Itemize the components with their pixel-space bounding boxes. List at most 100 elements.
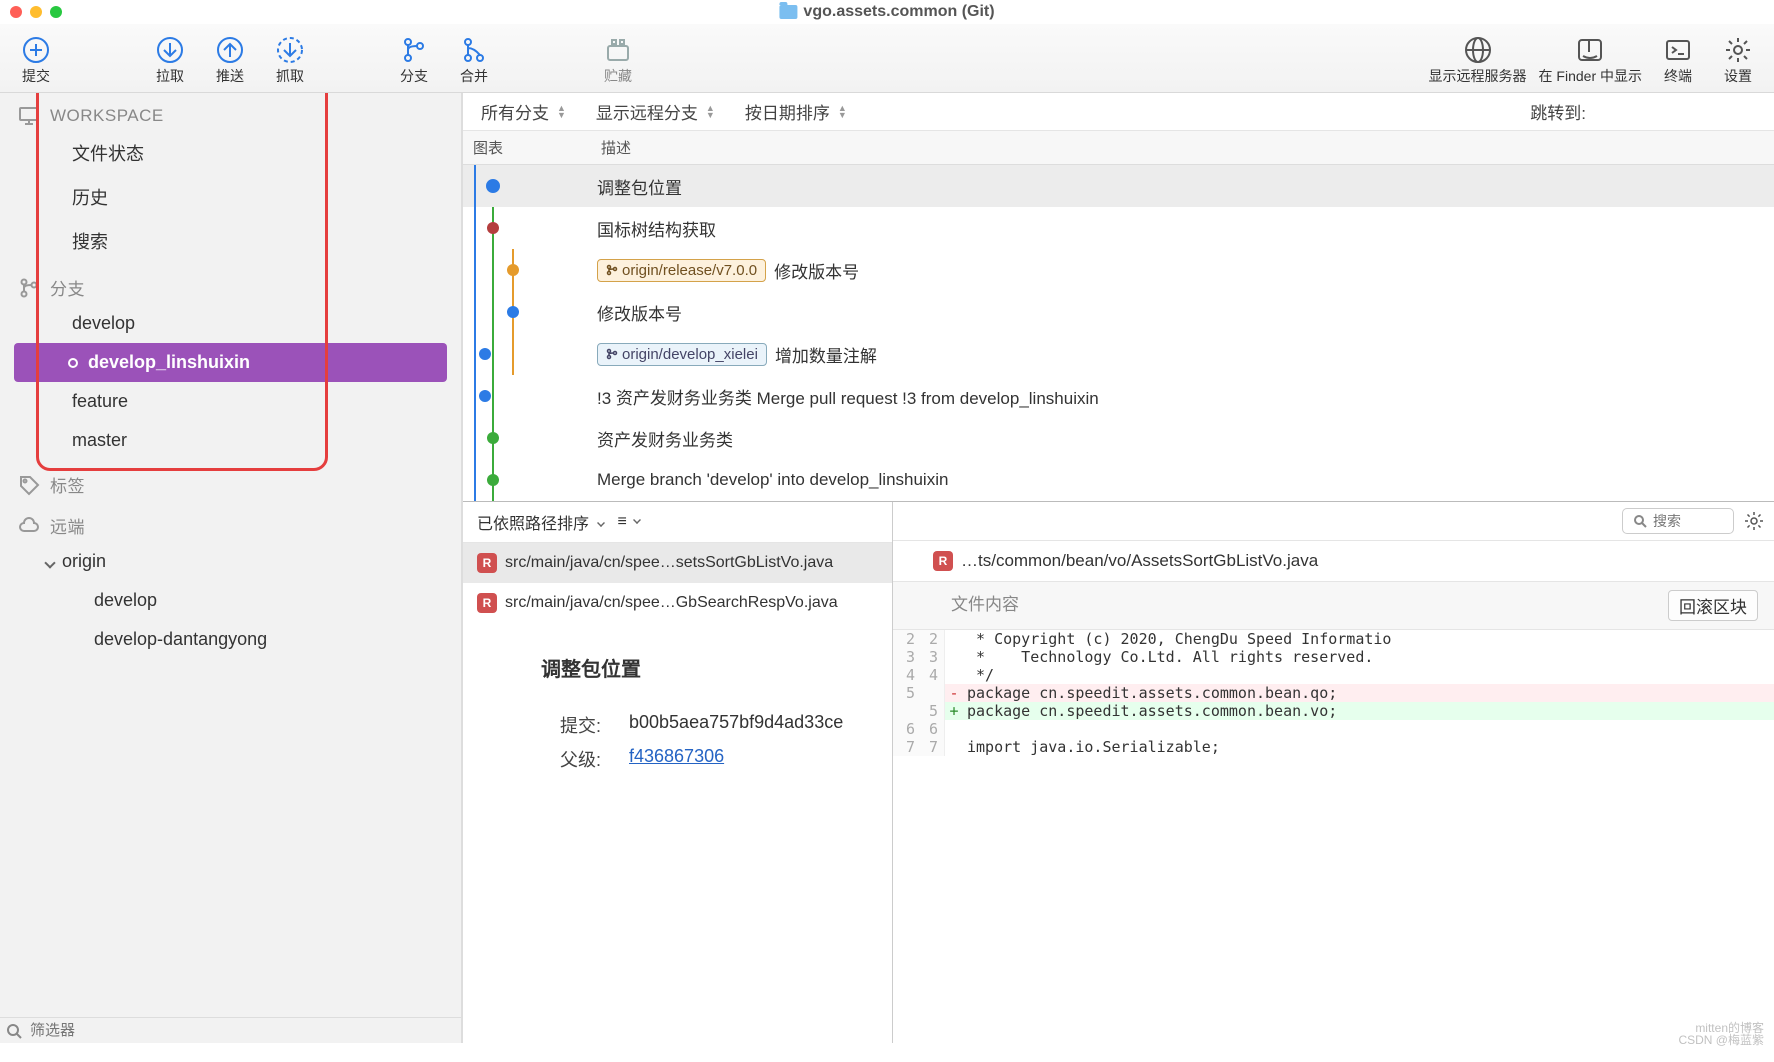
file-tab-2[interactable]: Rsrc/main/java/cn/spee…GbSearchRespVo.ja… bbox=[463, 583, 892, 623]
commit-hash-label: 提交: bbox=[553, 712, 601, 738]
diff-code: 22 * Copyright (c) 2020, ChengDu Speed I… bbox=[893, 630, 1774, 756]
cloud-icon bbox=[18, 515, 40, 537]
diff-line[interactable]: 5-package cn.speedit.assets.common.bean.… bbox=[893, 684, 1774, 702]
diff-line[interactable]: 77 import java.io.Serializable; bbox=[893, 738, 1774, 756]
filter-bar: 所有分支▲▼ 显示远程分支▲▼ 按日期排序▲▼ 跳转到: bbox=[463, 93, 1774, 131]
settings-button[interactable]: 设置 bbox=[1710, 30, 1766, 88]
graph-cell bbox=[463, 291, 591, 333]
path-sort-select[interactable]: 已依照路径排序 bbox=[477, 510, 605, 534]
desc-column-header[interactable]: 描述 bbox=[591, 131, 641, 164]
fetch-icon bbox=[276, 36, 304, 64]
branch-tag[interactable]: origin/release/v7.0.0 bbox=[597, 259, 766, 282]
push-button[interactable]: 推送 bbox=[202, 30, 258, 88]
parent-link[interactable]: f436867306 bbox=[629, 746, 724, 772]
stash-button[interactable]: 贮藏 bbox=[590, 30, 646, 88]
branch-button[interactable]: 分支 bbox=[386, 30, 442, 88]
jump-to-label: 跳转到: bbox=[1530, 99, 1586, 124]
all-branches-select[interactable]: 所有分支▲▼ bbox=[481, 99, 566, 124]
commit-row[interactable]: origin/develop_xielei 增加数量注解 bbox=[463, 333, 1774, 375]
commit-message: 调整包位置 bbox=[597, 174, 682, 199]
revert-hunk-button[interactable]: 回滚区块 bbox=[1668, 590, 1758, 621]
commit-message: 修改版本号 bbox=[597, 300, 682, 325]
pull-button[interactable]: 拉取 bbox=[142, 30, 198, 88]
diff-line[interactable]: 66 bbox=[893, 720, 1774, 738]
graph-cell bbox=[463, 459, 591, 501]
diff-line[interactable]: 33 * Technology Co.Ltd. All rights reser… bbox=[893, 648, 1774, 666]
graph-cell bbox=[463, 249, 591, 291]
file-tab-1[interactable]: Rsrc/main/java/cn/spee…setsSortGbListVo.… bbox=[463, 543, 892, 583]
filter-input[interactable] bbox=[30, 1022, 455, 1039]
commit-message: 修改版本号 bbox=[774, 258, 859, 283]
tags-header[interactable]: 标签 bbox=[10, 468, 451, 501]
diff-line[interactable]: 44 */ bbox=[893, 666, 1774, 684]
zoom-icon[interactable] bbox=[50, 6, 62, 18]
content: 所有分支▲▼ 显示远程分支▲▼ 按日期排序▲▼ 跳转到: 图表 描述 调整包位置… bbox=[462, 93, 1774, 1043]
minimize-icon[interactable] bbox=[30, 6, 42, 18]
terminal-button[interactable]: 终端 bbox=[1650, 30, 1706, 88]
commit-row[interactable]: 调整包位置 bbox=[463, 165, 1774, 207]
diff-hunk-header: 文件内容 回滚区块 bbox=[893, 582, 1774, 630]
sidebar-item-remote-dantangyong[interactable]: develop-dantangyong bbox=[10, 620, 451, 659]
commit-row[interactable]: 资产发财务业务类 bbox=[463, 417, 1774, 459]
sidebar-item-search[interactable]: 搜索 bbox=[10, 219, 451, 263]
diff-search-input[interactable] bbox=[1653, 513, 1723, 529]
diff-search[interactable] bbox=[1622, 508, 1734, 534]
remote-button[interactable]: 显示远程服务器 bbox=[1425, 30, 1531, 88]
gear-icon[interactable] bbox=[1744, 511, 1764, 531]
fetch-button[interactable]: 抓取 bbox=[262, 30, 318, 88]
merge-button[interactable]: 合并 bbox=[446, 30, 502, 88]
current-branch-icon bbox=[68, 358, 78, 368]
commit-row[interactable]: origin/release/v7.0.0 修改版本号 bbox=[463, 249, 1774, 291]
globe-icon bbox=[1464, 36, 1492, 64]
monitor-icon bbox=[18, 105, 40, 127]
sidebar-item-branch-master[interactable]: master bbox=[10, 421, 451, 460]
file-list-pane: 已依照路径排序 ≡ Rsrc/main/java/cn/spee…setsSor… bbox=[463, 502, 893, 1043]
sidebar-item-filestatus[interactable]: 文件状态 bbox=[10, 131, 451, 175]
sidebar-item-origin[interactable]: origin bbox=[10, 542, 451, 581]
detail-split: 已依照路径排序 ≡ Rsrc/main/java/cn/spee…setsSor… bbox=[463, 501, 1774, 1043]
diff-line[interactable]: 5+package cn.speedit.assets.common.bean.… bbox=[893, 702, 1774, 720]
graph-column-header[interactable]: 图表 bbox=[463, 131, 591, 164]
diff-file-header[interactable]: R…ts/common/bean/vo/AssetsSortGbListVo.j… bbox=[893, 541, 1774, 582]
diff-toolbar bbox=[893, 502, 1774, 541]
workspace-header[interactable]: WORKSPACE bbox=[10, 101, 451, 131]
commit-row[interactable]: 国标树结构获取 bbox=[463, 207, 1774, 249]
sidebar-item-history[interactable]: 历史 bbox=[10, 175, 451, 219]
graph-cell bbox=[463, 207, 591, 249]
show-remote-select[interactable]: 显示远程分支▲▼ bbox=[596, 99, 715, 124]
graph-cell bbox=[463, 417, 591, 459]
sidebar-item-remote-develop[interactable]: develop bbox=[10, 581, 451, 620]
commit-row[interactable]: 修改版本号 bbox=[463, 291, 1774, 333]
sidebar-filter[interactable] bbox=[0, 1017, 461, 1043]
commit-info: 调整包位置 提交: b00b5aea757bf9d4ad33ce 父级: f4368… bbox=[463, 623, 892, 780]
toolbar: 提交 拉取 推送 抓取 分支 合并 贮藏 显示远程服务器 在 Finder 中显… bbox=[0, 24, 1774, 93]
parent-label: 父级: bbox=[553, 746, 601, 772]
commit-hash: b00b5aea757bf9d4ad33ce bbox=[629, 712, 843, 738]
commit-button[interactable]: 提交 bbox=[8, 30, 64, 88]
commit-message: 国标树结构获取 bbox=[597, 216, 716, 241]
rename-icon: R bbox=[477, 553, 497, 573]
sidebar-item-branch-feature[interactable]: feature bbox=[10, 382, 451, 421]
view-mode-select[interactable]: ≡ bbox=[617, 513, 641, 531]
sort-select[interactable]: 按日期排序▲▼ bbox=[745, 99, 847, 124]
finder-button[interactable]: 在 Finder 中显示 bbox=[1535, 30, 1646, 88]
merge-icon bbox=[460, 36, 488, 64]
commit-row[interactable]: Merge branch 'develop' into develop_lins… bbox=[463, 459, 1774, 501]
commit-title: 调整包位置 bbox=[541, 653, 868, 682]
diff-line[interactable]: 22 * Copyright (c) 2020, ChengDu Speed I… bbox=[893, 630, 1774, 648]
graph-cell bbox=[463, 165, 591, 207]
sidebar-item-branch-develop-linshuixin[interactable]: develop_linshuixin bbox=[14, 343, 447, 382]
branch-tag[interactable]: origin/develop_xielei bbox=[597, 343, 767, 366]
commit-row[interactable]: !3 资产发财务业务类 Merge pull request !3 from d… bbox=[463, 375, 1774, 417]
finder-icon bbox=[1576, 36, 1604, 64]
close-icon[interactable] bbox=[10, 6, 22, 18]
plus-icon bbox=[22, 36, 50, 64]
sidebar: WORKSPACE 文件状态 历史 搜索 分支 develop develop_… bbox=[0, 93, 462, 1043]
remote-header[interactable]: 远端 bbox=[10, 509, 451, 542]
tag-icon bbox=[18, 474, 40, 496]
sidebar-item-branch-develop[interactable]: develop bbox=[10, 304, 451, 343]
commit-message: 增加数量注解 bbox=[775, 342, 877, 367]
commit-list: 调整包位置 国标树结构获取 origin/release/v7.0.0 修改版本号… bbox=[463, 165, 1774, 501]
branches-header[interactable]: 分支 bbox=[10, 271, 451, 304]
watermark: CSDN @梅蓝紫 bbox=[1678, 1031, 1764, 1048]
